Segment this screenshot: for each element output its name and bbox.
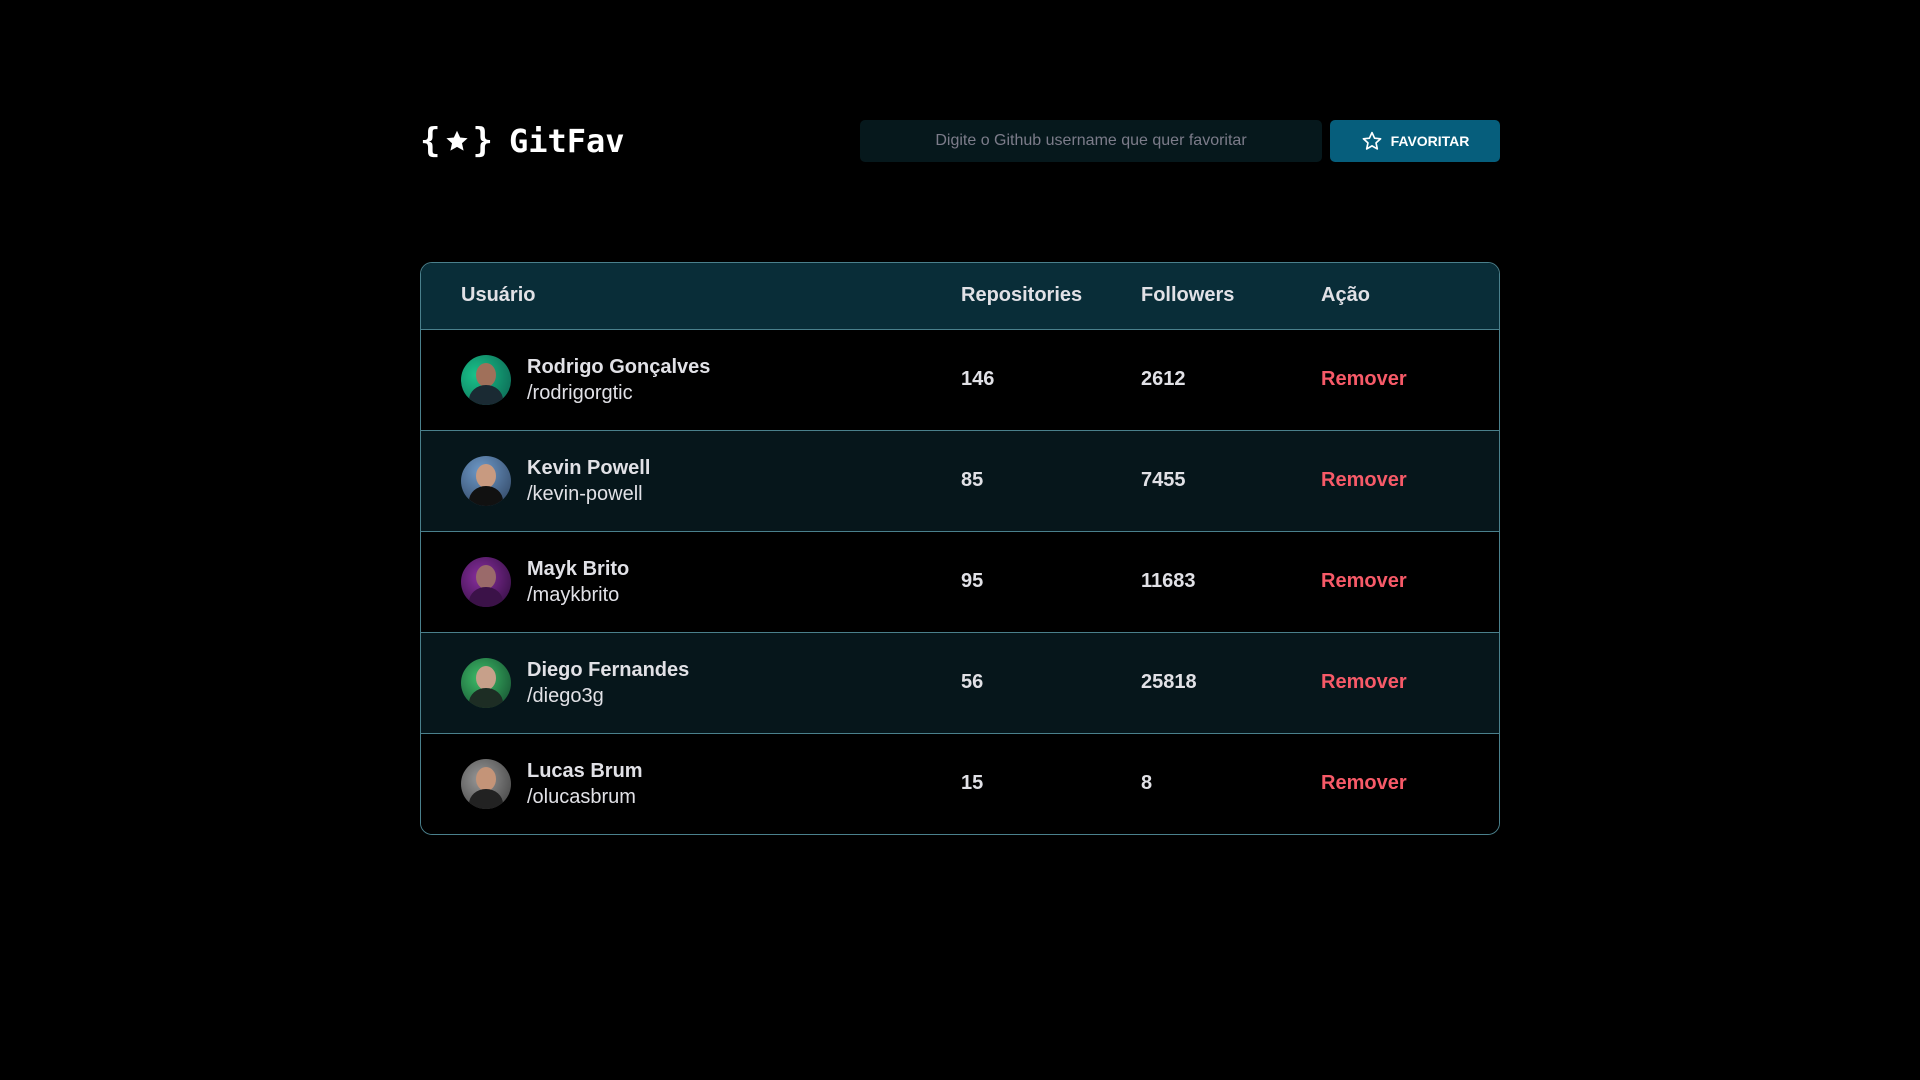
- table-row: Rodrigo Gonçalves /rodrigorgtic 146 2612…: [421, 329, 1499, 430]
- avatar[interactable]: [461, 455, 511, 506]
- logo-text: GitFav: [508, 122, 625, 160]
- favorite-button[interactable]: FAVORITAR: [1330, 120, 1500, 162]
- repositories-count: 95: [961, 570, 984, 592]
- column-header-repositories: Repositories: [961, 284, 1083, 307]
- table-row: Diego Fernandes /diego3g 56 25818 Remove…: [421, 632, 1499, 733]
- followers-count: 25818: [1141, 671, 1197, 693]
- favorites-table: Usuário Repositories Followers Ação Rodr…: [420, 262, 1500, 835]
- repositories-count: 56: [961, 671, 984, 693]
- search-input[interactable]: [860, 120, 1322, 162]
- followers-count: 8: [1141, 772, 1153, 795]
- search-form: FAVORITAR: [860, 120, 1500, 162]
- table-row: Lucas Brum /olucasbrum 15 8 Remover: [421, 733, 1499, 834]
- user-cell: Lucas Brum /olucasbrum: [461, 758, 961, 810]
- braces-star-icon: {}: [420, 121, 495, 161]
- table-row: Kevin Powell /kevin-powell 85 7455 Remov…: [421, 430, 1499, 531]
- user-name: Kevin Powell: [527, 456, 651, 479]
- user-login[interactable]: /olucasbrum: [527, 784, 643, 810]
- user-cell: Diego Fernandes /diego3g: [461, 657, 961, 709]
- user-name: Mayk Brito: [527, 557, 630, 580]
- logo: {} GitFav: [420, 120, 625, 162]
- column-header-user: Usuário: [461, 284, 536, 307]
- header: {} GitFav FAVORITAR: [420, 120, 1500, 162]
- repositories-count: 15: [961, 772, 984, 795]
- followers-count: 7455: [1141, 469, 1186, 491]
- column-header-action: Ação: [1321, 284, 1370, 307]
- table-row: Mayk Brito /maykbrito 95 11683 Remover: [421, 531, 1499, 632]
- remove-button[interactable]: Remover: [1321, 469, 1407, 492]
- user-login[interactable]: /diego3g: [527, 683, 689, 709]
- user-cell: Kevin Powell /kevin-powell: [461, 455, 961, 507]
- repositories-count: 146: [961, 368, 995, 390]
- followers-count: 11683: [1141, 570, 1196, 592]
- table-header-row: Usuário Repositories Followers Ação: [421, 263, 1499, 329]
- remove-button[interactable]: Remover: [1321, 570, 1407, 593]
- favorite-button-label: FAVORITAR: [1390, 133, 1470, 149]
- user-cell: Mayk Brito /maykbrito: [461, 556, 961, 608]
- avatar[interactable]: [461, 354, 511, 405]
- followers-count: 2612: [1141, 368, 1186, 390]
- remove-button[interactable]: Remover: [1321, 772, 1407, 795]
- remove-button[interactable]: Remover: [1321, 368, 1407, 391]
- user-cell: Rodrigo Gonçalves /rodrigorgtic: [461, 354, 961, 406]
- avatar[interactable]: [461, 657, 511, 708]
- user-name: Diego Fernandes: [527, 658, 690, 681]
- repositories-count: 85: [961, 469, 984, 491]
- avatar[interactable]: [461, 556, 511, 607]
- remove-button[interactable]: Remover: [1321, 671, 1407, 694]
- user-name: Lucas Brum: [527, 759, 643, 782]
- star-outline-icon: [1362, 131, 1382, 150]
- user-login[interactable]: /maykbrito: [527, 582, 629, 608]
- column-header-followers: Followers: [1141, 284, 1235, 307]
- user-name: Rodrigo Gonçalves: [527, 355, 711, 378]
- user-login[interactable]: /kevin-powell: [527, 481, 650, 507]
- avatar[interactable]: [461, 758, 511, 809]
- user-login[interactable]: /rodrigorgtic: [527, 380, 710, 406]
